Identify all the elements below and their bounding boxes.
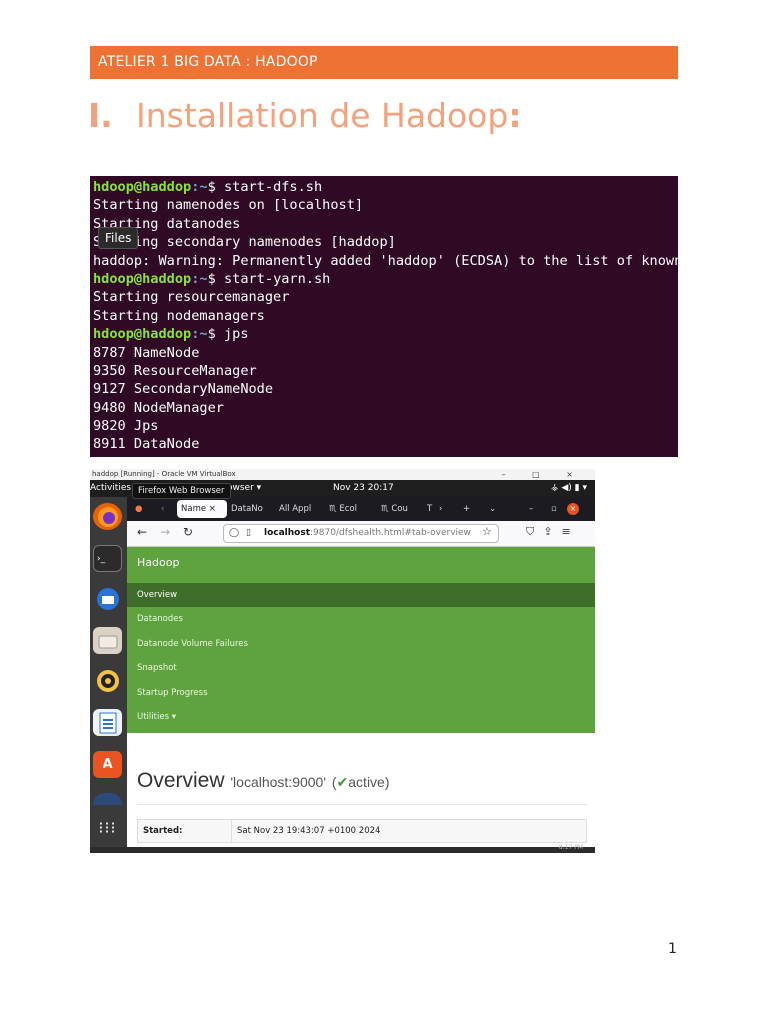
tab-close-icon[interactable]: × bbox=[209, 504, 216, 514]
hadoop-navbar: Hadoop bbox=[127, 547, 595, 583]
started-label: Started: bbox=[143, 826, 183, 836]
taskbar-time: 8:17 PM bbox=[558, 844, 583, 851]
forward-icon[interactable]: → bbox=[160, 525, 170, 539]
overview-heading: Overview 'localhost:9000' (✔active) bbox=[137, 769, 390, 793]
browser-tab-bar: ● ‹ Name × DataNo All Appl ♏︎ Ecol ♏︎ Co… bbox=[127, 497, 595, 521]
section-colon: : bbox=[508, 96, 522, 135]
page-number: 1 bbox=[668, 941, 677, 957]
vm-window-title: haddop [Running] - Oracle VM VirtualBox bbox=[92, 470, 236, 478]
reload-icon[interactable]: ↻ bbox=[183, 525, 193, 539]
terminal-line: Starting nodemanagers bbox=[93, 307, 265, 324]
terminal-line: 9350 ResourceManager bbox=[93, 362, 257, 379]
tab-scroll-right-icon[interactable]: › bbox=[435, 500, 446, 518]
tab-ecol[interactable]: ♏︎ Ecol bbox=[325, 500, 373, 518]
firefox-logo-icon bbox=[97, 506, 118, 527]
check-icon: ✔ bbox=[336, 774, 349, 790]
terminal-line: 9127 SecondaryNameNode bbox=[93, 381, 274, 398]
terminal-line: 8911 DataNode bbox=[93, 436, 200, 453]
terminal-line: Starting secondary namenodes [haddop] bbox=[93, 234, 396, 251]
terminal-line: hdoop@haddop:~$ start-yarn.sh bbox=[93, 270, 331, 287]
speaker-icon bbox=[96, 669, 119, 692]
maximize-icon[interactable]: ▫ bbox=[547, 500, 561, 518]
thunderbird-icon[interactable] bbox=[93, 585, 122, 612]
firefox-window: ● ‹ Name × DataNo All Appl ♏︎ Ecol ♏︎ Co… bbox=[127, 497, 595, 853]
page-icon: ▯ bbox=[246, 528, 251, 538]
menu-item-utilities[interactable]: Utilities ▾ bbox=[127, 705, 595, 729]
app-menu[interactable]: owser ▾ bbox=[227, 480, 261, 497]
toolbar-icons[interactable]: ⛉⇪≡ bbox=[526, 525, 580, 539]
tab-cou[interactable]: ♏︎ Cou bbox=[377, 500, 427, 518]
software-center-icon[interactable]: A bbox=[93, 751, 122, 778]
menu-item-startup-progress[interactable]: Startup Progress bbox=[127, 681, 595, 705]
vm-titlebar: haddop [Running] - Oracle VM VirtualBox … bbox=[90, 469, 595, 480]
overview-status: active) bbox=[348, 774, 390, 790]
overview-table: Started: Sat Nov 23 19:43:07 +0100 2024 bbox=[137, 819, 587, 843]
firefox-tooltip: Firefox Web Browser bbox=[132, 483, 231, 499]
tab-scroll-left-icon[interactable]: ‹ bbox=[157, 500, 168, 518]
show-apps-icon[interactable]: ⁝⁝⁝ bbox=[93, 814, 122, 841]
help-icon[interactable] bbox=[93, 793, 122, 805]
ubuntu-dock: ›_ A ⁝⁝⁝ bbox=[90, 497, 127, 853]
new-tab-icon[interactable]: + bbox=[459, 500, 474, 518]
terminal-line: haddop: Warning: Permanently added 'hadd… bbox=[93, 252, 678, 269]
terminal-icon[interactable]: ›_ bbox=[93, 545, 122, 572]
shield-icon: ◯ bbox=[229, 528, 240, 538]
rhythmbox-icon[interactable] bbox=[93, 667, 122, 694]
url-path: :9870/dfshealth.html#tab-overview bbox=[310, 528, 471, 538]
terminal-line: Starting resourcemanager bbox=[93, 289, 290, 306]
tab-favicon-icon: ♏︎ bbox=[381, 504, 389, 514]
folder-icon bbox=[98, 635, 117, 648]
tab-favicon-icon: ♏︎ bbox=[329, 504, 337, 514]
terminal-screenshot: hdoop@haddop:~$ start-dfs.sh Starting na… bbox=[90, 176, 678, 457]
section-heading: I. Installation de Hadoop: bbox=[88, 96, 522, 135]
url-bar[interactable]: ◯ ▯ localhost:9870/dfshealth.html#tab-ov… bbox=[223, 524, 499, 543]
menu-item-snapshot[interactable]: Snapshot bbox=[127, 656, 595, 680]
vm-window-controls[interactable]: – □ × bbox=[502, 469, 585, 480]
terminal-line: hdoop@haddop:~$ jps bbox=[93, 326, 249, 343]
menu-item-datanode-volume-failures[interactable]: Datanode Volume Failures bbox=[127, 632, 595, 656]
hadoop-brand[interactable]: Hadoop bbox=[137, 556, 179, 569]
hadoop-menu: Overview Datanodes Datanode Volume Failu… bbox=[127, 583, 595, 733]
terminal-line: hdoop@haddop:~$ start-dfs.sh bbox=[93, 179, 323, 195]
tab-list-icon[interactable]: ⌄ bbox=[485, 500, 500, 518]
menu-item-overview[interactable]: Overview bbox=[127, 583, 595, 608]
bookmark-star-icon[interactable]: ☆ bbox=[482, 525, 492, 538]
firefox-view-icon[interactable]: ● bbox=[131, 500, 146, 518]
overview-host: 'localhost:9000' bbox=[230, 774, 327, 790]
terminal-line: 9820 Jps bbox=[93, 418, 159, 435]
tab-all-applications[interactable]: All Appl bbox=[275, 500, 319, 518]
terminal-line: 8787 NameNode bbox=[93, 344, 200, 361]
browser-nav-bar: ← → ↻ ◯ ▯ localhost:9870/dfshealth.html#… bbox=[127, 521, 595, 547]
files-icon[interactable] bbox=[93, 627, 122, 654]
terminal-line: Starting datanodes bbox=[93, 215, 241, 232]
minimize-icon[interactable]: – bbox=[525, 500, 537, 518]
system-tray[interactable]: ⚶ ◀) ▮ ▾ bbox=[551, 480, 587, 497]
document-header-bar: ATELIER 1 BIG DATA : HADOOP bbox=[90, 46, 678, 79]
writer-icon[interactable] bbox=[93, 709, 122, 736]
overview-divider bbox=[137, 804, 587, 805]
tab-datanode[interactable]: DataNo bbox=[227, 500, 273, 518]
table-cell-divider bbox=[231, 820, 232, 842]
section-number: I. bbox=[88, 96, 113, 135]
overview-title: Overview bbox=[137, 769, 225, 792]
clock[interactable]: Nov 23 20:17 bbox=[333, 480, 394, 497]
header-title: ATELIER 1 BIG DATA : HADOOP bbox=[98, 54, 318, 70]
mail-icon bbox=[96, 587, 119, 610]
document-icon bbox=[99, 712, 116, 733]
terminal-line: 9480 NodeManager bbox=[93, 399, 224, 416]
firefox-icon[interactable] bbox=[93, 503, 122, 530]
host-taskbar: 8:17 PM bbox=[90, 844, 595, 853]
close-icon[interactable]: × bbox=[567, 503, 579, 515]
virtualbox-screenshot: haddop [Running] - Oracle VM VirtualBox … bbox=[90, 469, 595, 853]
back-icon[interactable]: ← bbox=[137, 525, 147, 539]
menu-item-datanodes[interactable]: Datanodes bbox=[127, 607, 595, 631]
activities-button[interactable]: Activities bbox=[90, 480, 131, 497]
tab-namenode[interactable]: Name × bbox=[177, 500, 227, 518]
url-host: localhost bbox=[264, 528, 311, 538]
terminal-line: Starting namenodes on [localhost] bbox=[93, 197, 364, 214]
section-title: Installation de Hadoop bbox=[136, 96, 509, 135]
files-tooltip: Files bbox=[98, 227, 139, 249]
started-value: Sat Nov 23 19:43:07 +0100 2024 bbox=[237, 826, 381, 836]
